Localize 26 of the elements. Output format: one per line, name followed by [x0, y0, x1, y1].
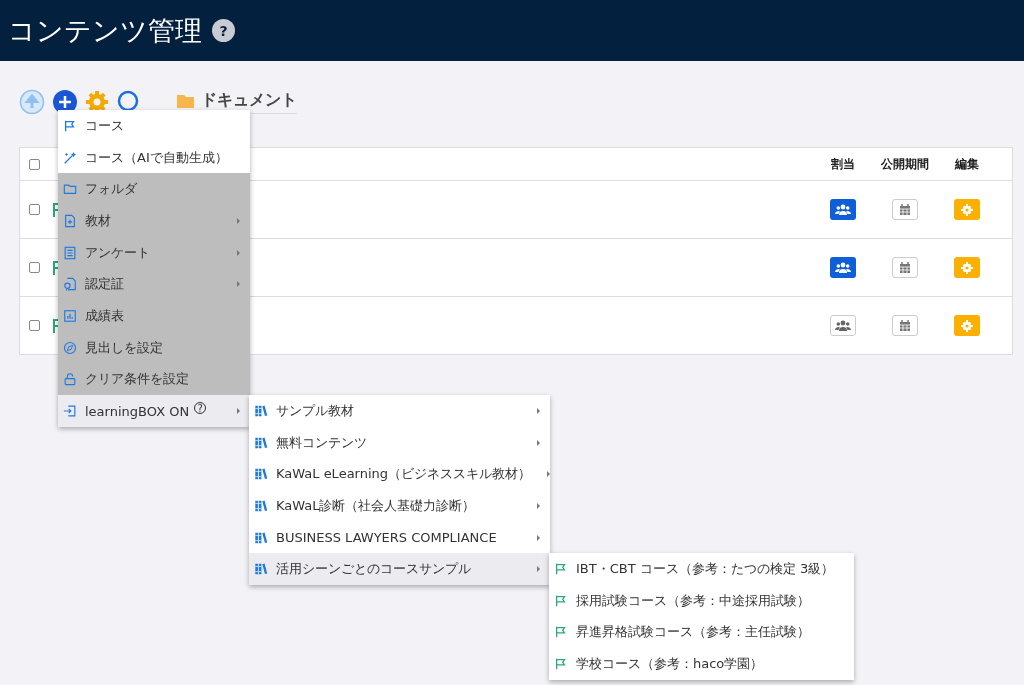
help-icon[interactable]: ? — [212, 19, 235, 42]
menu-item[interactable]: アンケート — [58, 236, 250, 269]
menu-item[interactable]: 教材 — [58, 205, 250, 237]
menu-item[interactable]: 活用シーンごとのコースサンプル — [249, 553, 550, 586]
menu-item[interactable]: IBT・CBT コース（参考：たつの検定 3級） — [549, 553, 854, 585]
menu-item[interactable]: 昇進昇格試験コース（参考：主任試験） — [549, 616, 854, 649]
menu-item[interactable]: 見出しを設定 — [58, 331, 250, 364]
menu-item[interactable]: KaWaL eLearning（ビジネススキル教材） — [249, 458, 550, 491]
menu-item[interactable]: 認定証 — [58, 268, 250, 301]
menu-item[interactable]: サンプル教材 — [249, 395, 550, 427]
menu-item[interactable]: 無料コンテンツ — [249, 426, 550, 459]
menu-item[interactable]: 成績表 — [58, 300, 250, 332]
menu-item[interactable]: KaWaL診断（社会人基礎力診断） — [249, 490, 550, 522]
menu-item[interactable]: 採用試験コース（参考：中途採用試験） — [549, 584, 854, 617]
menu-item[interactable]: クリア条件を設定 — [58, 363, 250, 396]
menu-item[interactable]: 学校コース（参考：haco学園） — [549, 648, 854, 680]
column-header: 割当 — [830, 155, 856, 173]
menu-item[interactable]: コース（AIで自動生成） — [58, 141, 250, 174]
menu-item[interactable]: コース — [58, 110, 250, 142]
column-header: 公開期間 — [880, 155, 930, 173]
page-title: コンテンツ管理 — [8, 13, 202, 48]
menu-item[interactable]: フォルダ — [58, 173, 250, 206]
breadcrumb-link[interactable]: ドキュメント — [201, 90, 297, 111]
menu-item[interactable]: learningBOX ON ? — [58, 395, 250, 427]
menu-item[interactable]: BUSINESS LAWYERS COMPLIANCE — [249, 521, 550, 554]
column-header: 編集 — [953, 155, 980, 173]
